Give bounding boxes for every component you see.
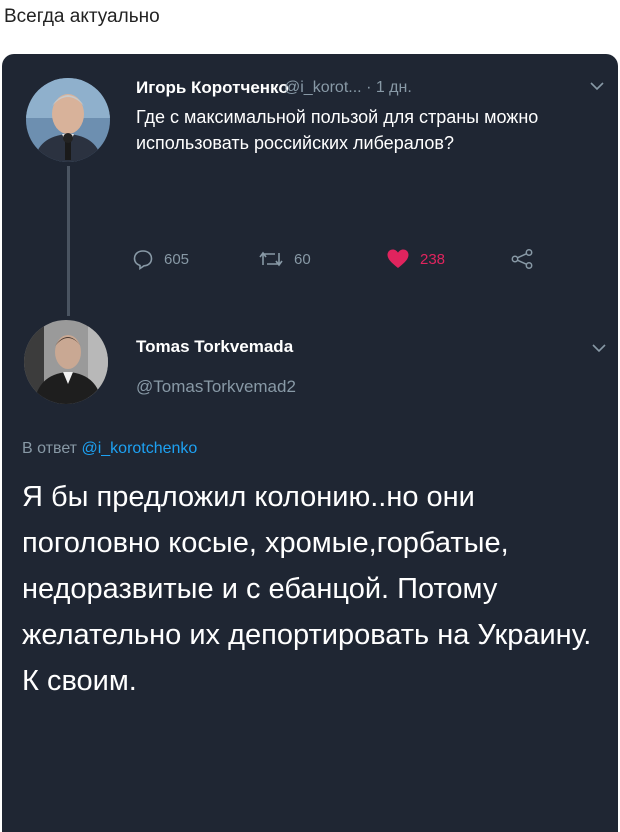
tweet2-handle[interactable]: @TomasTorkvemad2 [136, 377, 296, 397]
share-icon [510, 248, 534, 270]
share-action[interactable] [510, 248, 534, 270]
thread-connector-line [67, 166, 70, 316]
tweet1-meta: @i_korot... · 1 дн. [284, 79, 412, 97]
tweet2-menu-chevron-down-icon[interactable] [592, 340, 606, 358]
tweet-thread-card: Игорь Коротченко @i_korot... · 1 дн. Где… [2, 54, 618, 832]
avatar-tomas[interactable] [24, 320, 108, 404]
avatar-igor-image [26, 78, 110, 162]
reply-to-line: В ответ @i_korotchenko [22, 440, 197, 458]
retweet-action[interactable]: 60 [258, 248, 311, 270]
tweet2-author-name[interactable]: Tomas Torkvemada [136, 337, 293, 357]
retweet-count: 60 [294, 250, 311, 268]
tweet1-time[interactable]: · 1 дн. [366, 79, 412, 96]
like-action[interactable]: 238 [386, 248, 445, 270]
tweet1-handle[interactable]: @i_korot... [284, 79, 362, 96]
reply-prefix: В ответ [22, 440, 78, 457]
tweet1-menu-chevron-down-icon[interactable] [590, 78, 604, 96]
reply-count: 605 [164, 250, 190, 268]
tweet1-author-name[interactable]: Игорь Коротченко [136, 78, 289, 98]
like-count: 238 [420, 250, 446, 268]
reply-action[interactable]: 605 [132, 248, 189, 270]
retweet-icon [258, 248, 284, 270]
avatar-tomas-image [24, 320, 108, 404]
tweet2-text: Я бы предложил колонию..но они поголовно… [22, 481, 592, 697]
heart-icon [386, 248, 410, 270]
tweet1-text: Где с максимальной пользой для страны мо… [136, 107, 539, 153]
avatar-igor[interactable] [26, 78, 110, 162]
reply-mention-link[interactable]: @i_korotchenko [81, 440, 197, 457]
post-caption: Всегда актуально [4, 6, 160, 27]
reply-icon [132, 248, 154, 270]
